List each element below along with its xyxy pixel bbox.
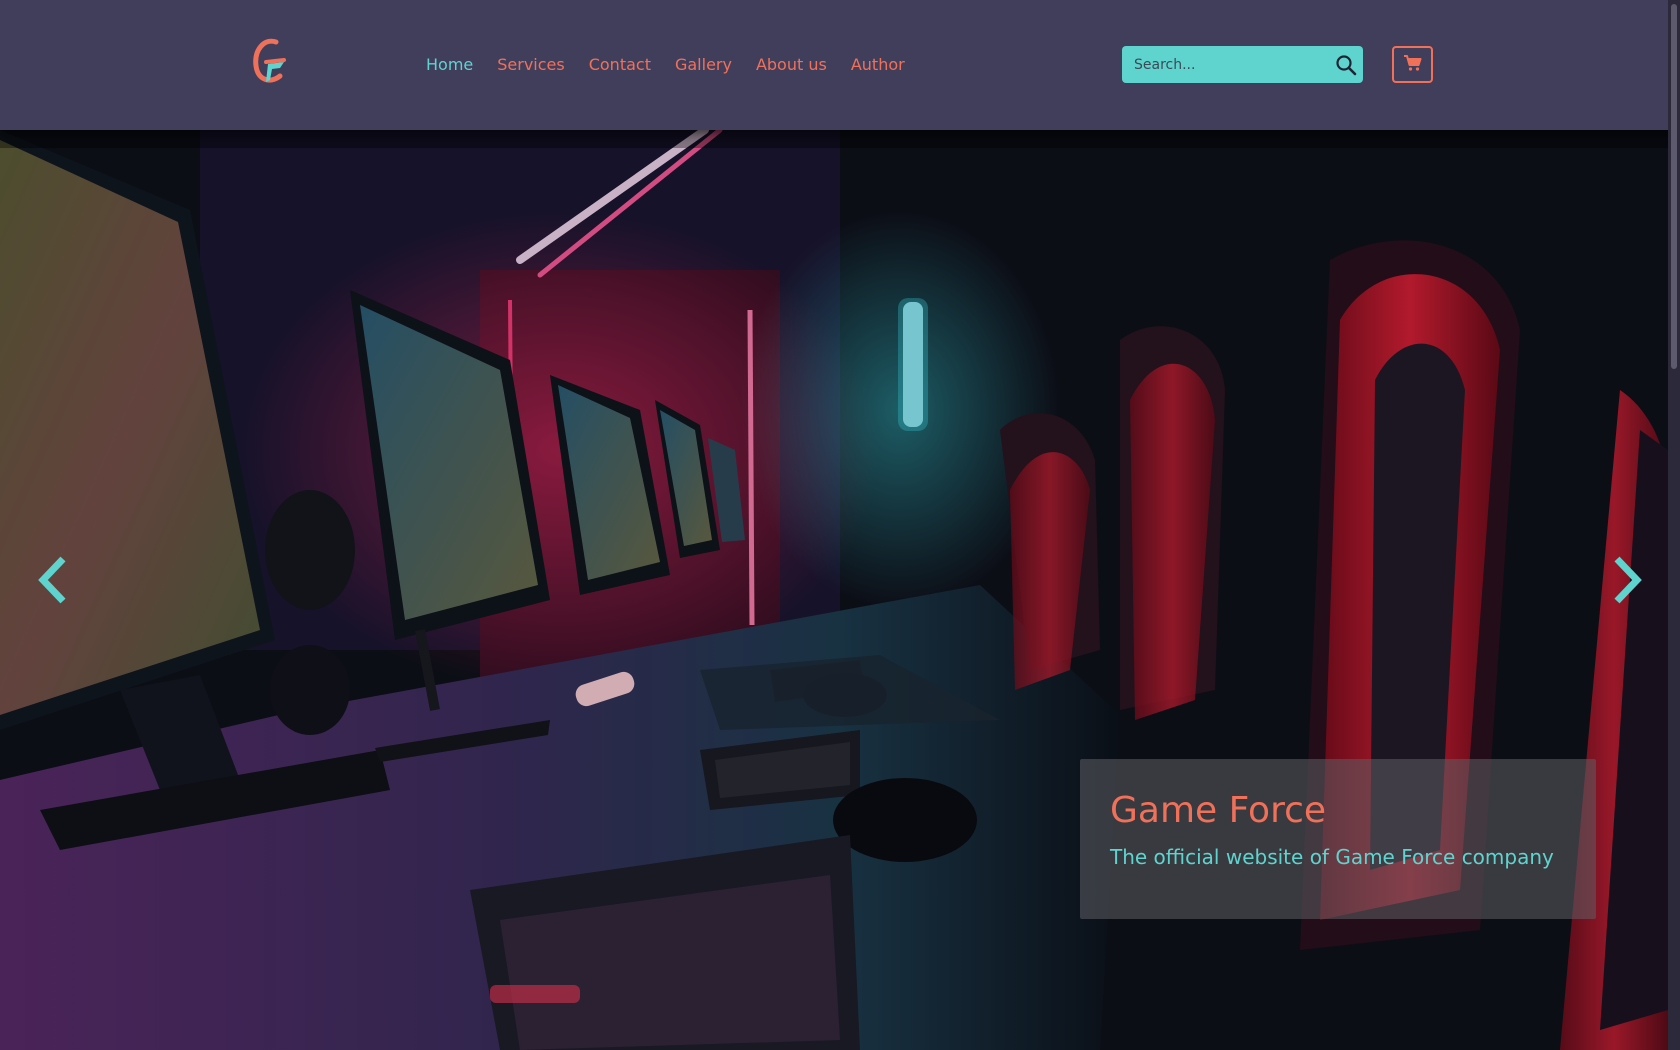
search-box xyxy=(1122,46,1363,83)
nav-author[interactable]: Author xyxy=(851,52,905,78)
hero-carousel: Game Force The official website of Game … xyxy=(0,130,1668,1050)
game-force-logo-icon[interactable] xyxy=(250,36,292,90)
hero-caption: Game Force The official website of Game … xyxy=(1080,759,1596,919)
nav-gallery[interactable]: Gallery xyxy=(675,52,732,78)
chevron-left-icon xyxy=(38,556,66,604)
carousel-next-button[interactable] xyxy=(1604,550,1652,610)
site-header: Home Services Contact Gallery About us A… xyxy=(0,0,1680,130)
search-input[interactable] xyxy=(1122,46,1329,83)
page-scrollbar[interactable] xyxy=(1668,0,1680,1050)
cart-button[interactable] xyxy=(1392,46,1433,83)
chevron-right-icon xyxy=(1614,556,1642,604)
scrollbar-thumb[interactable] xyxy=(1671,4,1677,369)
hero-title: Game Force xyxy=(1110,790,1327,831)
search-icon[interactable] xyxy=(1329,46,1363,83)
nav-services[interactable]: Services xyxy=(497,52,564,78)
hero-subtitle: The official website of Game Force compa… xyxy=(1110,845,1554,869)
carousel-prev-button[interactable] xyxy=(28,550,76,610)
main-nav: Home Services Contact Gallery About us A… xyxy=(426,52,905,78)
nav-home[interactable]: Home xyxy=(426,52,473,78)
nav-about-us[interactable]: About us xyxy=(756,52,827,78)
nav-contact[interactable]: Contact xyxy=(589,52,651,78)
shopping-cart-icon xyxy=(1403,53,1423,77)
